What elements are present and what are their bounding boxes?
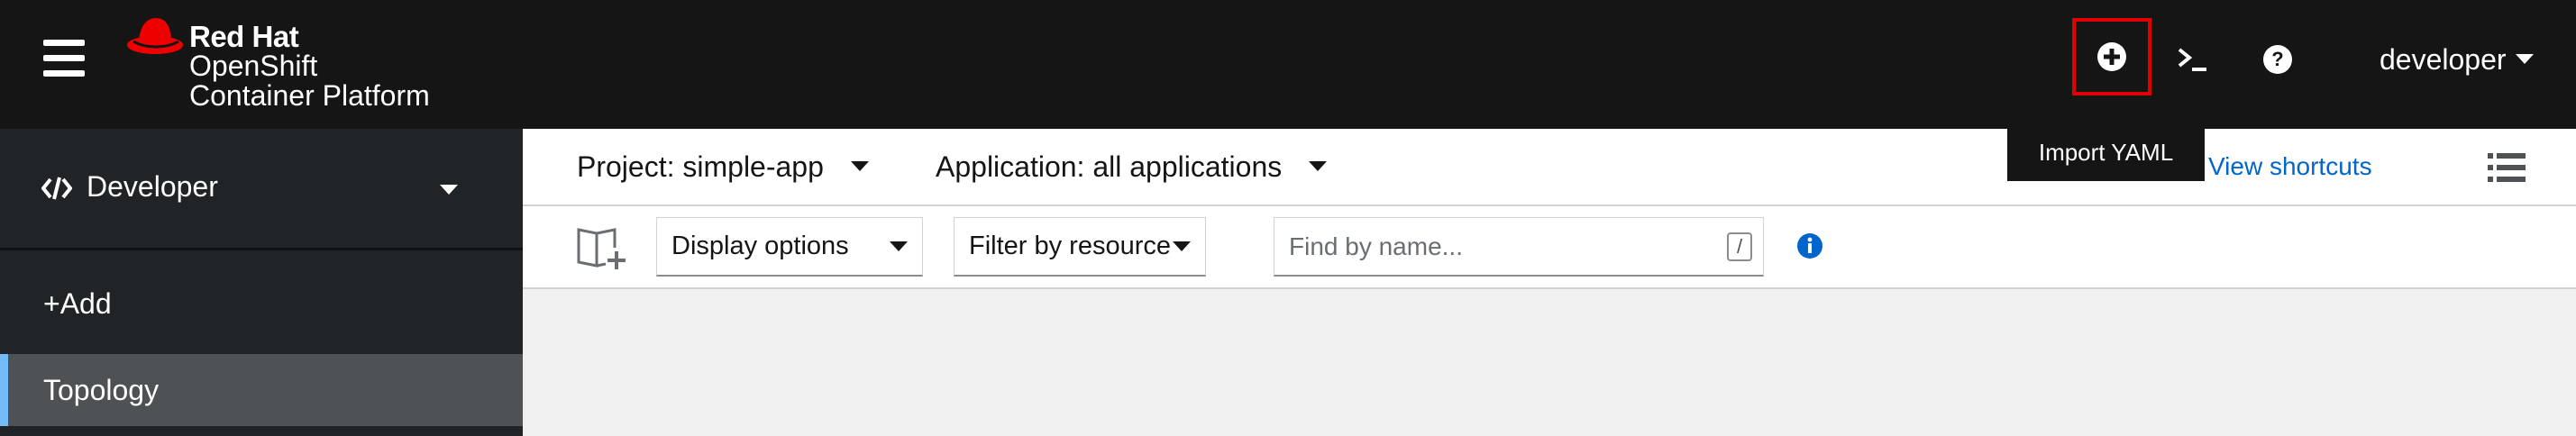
- topology-toolbar: Display options Filter by resource /: [523, 206, 2576, 289]
- caret-down-icon: [1173, 241, 1191, 251]
- import-yaml-tooltip: Import YAML: [2007, 123, 2205, 181]
- sidebar-item-topology[interactable]: Topology: [0, 354, 523, 426]
- display-options-label: Display options: [671, 232, 849, 260]
- topology-canvas[interactable]: [523, 289, 2576, 436]
- info-circle-icon[interactable]: [1797, 233, 1822, 259]
- list-view-icon[interactable]: [2488, 152, 2526, 183]
- caret-down-icon: [2515, 54, 2534, 64]
- view-shortcuts-link[interactable]: View shortcuts: [2208, 152, 2372, 181]
- caret-down-icon: [1309, 161, 1328, 171]
- context-bar: Project: simple-app Application: all app…: [523, 129, 2576, 206]
- find-by-name-input[interactable]: [1274, 218, 1714, 276]
- brand-product-line2: Container Platform: [189, 79, 430, 112]
- sidebar-item-add[interactable]: +Add: [0, 268, 523, 340]
- web-terminal-button[interactable]: [2161, 29, 2224, 90]
- caret-down-icon: [850, 161, 869, 171]
- code-icon: [41, 177, 72, 200]
- hamburger-menu-button[interactable]: [43, 40, 85, 77]
- filter-by-resource-dropdown[interactable]: Filter by resource: [954, 217, 1206, 277]
- plus-circle-icon: [2097, 42, 2126, 71]
- terminal-icon: [2178, 48, 2206, 71]
- perspective-switcher[interactable]: Developer: [0, 129, 523, 250]
- project-dropdown[interactable]: Project: simple-app: [577, 147, 869, 186]
- find-by-name-search: /: [1274, 217, 1764, 277]
- display-options-dropdown[interactable]: Display options: [656, 217, 923, 277]
- keyboard-shortcut-hint: /: [1727, 232, 1752, 261]
- help-button[interactable]: ?: [2246, 29, 2309, 90]
- import-yaml-button[interactable]: [2072, 18, 2151, 95]
- sidebar: Developer +Add Topology: [0, 129, 523, 436]
- red-hat-fedora-icon: [127, 18, 183, 54]
- project-label: Project: simple-app: [577, 150, 824, 183]
- user-name: developer: [2380, 42, 2507, 76]
- brand-product-line1: OpenShift: [189, 50, 318, 82]
- application-dropdown[interactable]: Application: all applications: [936, 147, 1328, 186]
- question-circle-icon: ?: [2263, 45, 2292, 74]
- masthead: Red Hat OpenShift Container Platform ? d…: [0, 0, 2576, 129]
- perspective-label: Developer: [87, 170, 218, 203]
- user-menu-dropdown[interactable]: developer: [2380, 40, 2534, 79]
- quick-search-book-icon[interactable]: [575, 223, 627, 271]
- caret-down-icon: [440, 185, 458, 195]
- filter-by-resource-label: Filter by resource: [969, 232, 1172, 260]
- brand-logo[interactable]: Red Hat OpenShift Container Platform: [126, 13, 451, 112]
- caret-down-icon: [890, 241, 908, 251]
- svg-text:?: ?: [2271, 48, 2283, 70]
- application-label: Application: all applications: [936, 150, 1283, 183]
